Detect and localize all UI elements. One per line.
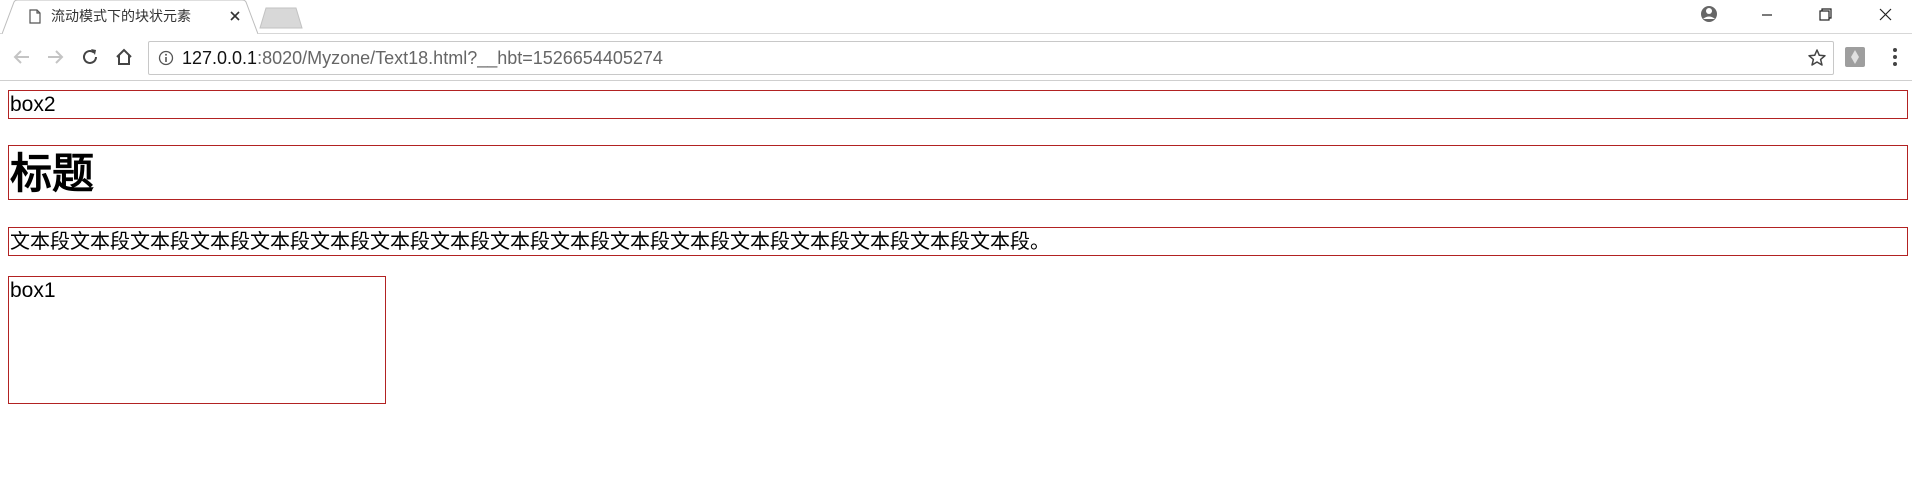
box1: box1 (8, 276, 386, 404)
tab-strip: 流动模式下的块状元素 (0, 0, 1912, 34)
browser-tab[interactable]: 流动模式下的块状元素 (2, 0, 258, 34)
paragraph-text: 文本段文本段文本段文本段文本段文本段文本段文本段文本段文本段文本段文本段文本段文… (10, 229, 1050, 253)
box2-text: box2 (10, 93, 56, 116)
account-icon[interactable] (1686, 0, 1732, 30)
menu-dots-icon[interactable] (1890, 45, 1900, 69)
forward-arrow-icon[interactable] (43, 45, 67, 69)
extension-icon[interactable] (1844, 46, 1866, 68)
reload-icon[interactable] (78, 45, 102, 69)
url-text[interactable]: 127.0.0.1:8020/Myzone/Text18.html?__hbt=… (182, 48, 663, 68)
page-heading: 标题 (10, 149, 95, 198)
restore-icon[interactable] (1802, 0, 1848, 30)
home-icon[interactable] (112, 45, 136, 69)
close-icon[interactable] (226, 7, 244, 25)
tab-title: 流动模式下的块状元素 (51, 9, 191, 25)
heading-box: 标题 (8, 145, 1908, 200)
info-icon[interactable] (158, 50, 174, 66)
url-path: :8020/Myzone/Text18.html?__hbt=152665440… (257, 48, 663, 68)
close-window-icon[interactable] (1862, 0, 1908, 30)
box1-text: box1 (10, 279, 56, 302)
back-arrow-icon[interactable] (10, 45, 34, 69)
page-content: box2 标题 文本段文本段文本段文本段文本段文本段文本段文本段文本段文本段文本… (0, 81, 1912, 503)
box2: box2 (8, 90, 1908, 119)
paragraph-box: 文本段文本段文本段文本段文本段文本段文本段文本段文本段文本段文本段文本段文本段文… (8, 227, 1908, 256)
page-icon (29, 9, 41, 24)
url-host: 127.0.0.1 (182, 48, 258, 68)
browser-toolbar: 127.0.0.1:8020/Myzone/Text18.html?__hbt=… (0, 34, 1912, 81)
new-tab-icon[interactable] (258, 6, 304, 30)
minimize-icon[interactable] (1744, 0, 1790, 30)
address-bar[interactable]: 127.0.0.1:8020/Myzone/Text18.html?__hbt=… (148, 41, 1834, 75)
star-icon[interactable] (1807, 48, 1827, 68)
